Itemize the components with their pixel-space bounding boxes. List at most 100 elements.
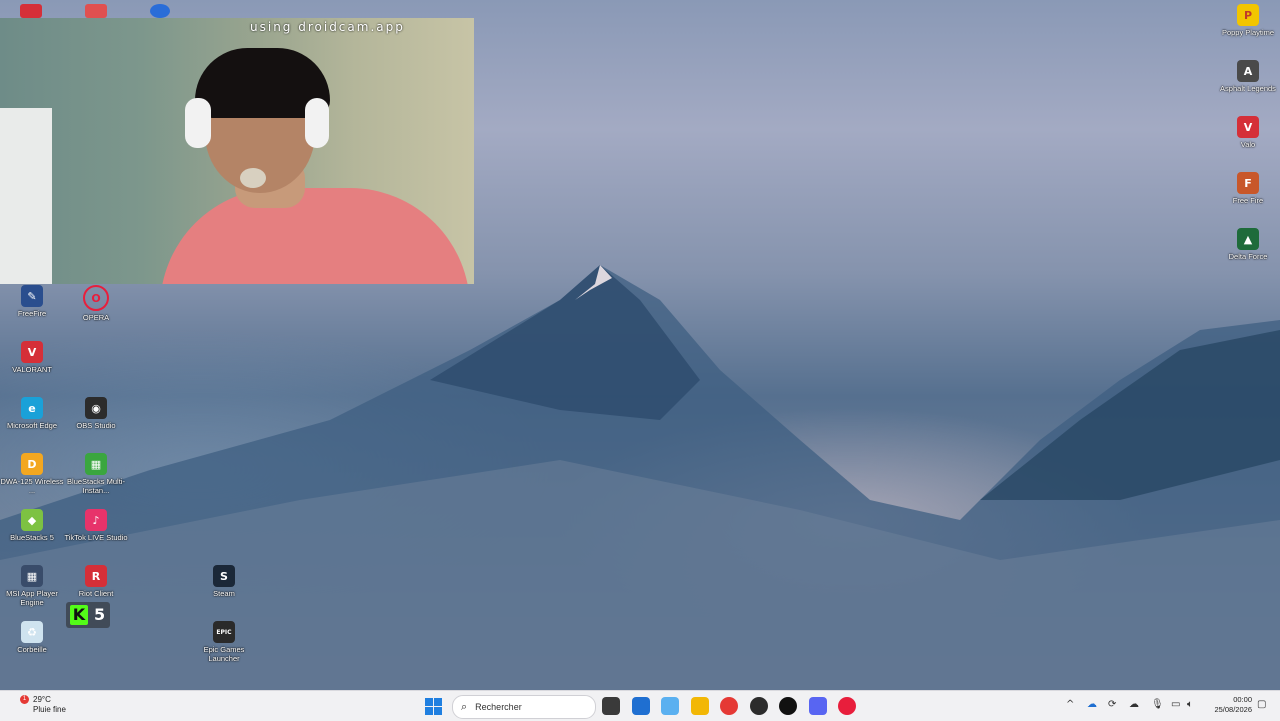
- desktop-icon-poppy-playtime[interactable]: P Poppy Playtime: [1216, 4, 1280, 37]
- desktop-icon-label: Poppy Playtime: [1221, 28, 1275, 37]
- desktop-icon-obs[interactable]: ◉ OBS Studio: [64, 397, 128, 430]
- desktop-icon-label: Asphalt Legends: [1220, 84, 1276, 93]
- desktop-icon-label: Microsoft Edge: [6, 421, 58, 430]
- desktop-icon-label: Corbeille: [17, 645, 47, 654]
- clock-time: 00:00: [1233, 695, 1252, 704]
- headset-left-icon: [185, 98, 211, 148]
- sync-icon[interactable]: ⟳: [1108, 699, 1116, 710]
- file-explorer-icon[interactable]: [690, 697, 709, 715]
- desktop-icon-dlink[interactable]: D DWA-125 Wireless ...: [0, 453, 64, 495]
- desktop-icon-msi[interactable]: ▦ MSI App Player Engine: [0, 565, 64, 607]
- discord-icon[interactable]: [808, 697, 827, 715]
- obs-icon[interactable]: [749, 697, 768, 715]
- obs-icon: ◉: [85, 397, 107, 419]
- bluestacks-multi-icon: ▦: [85, 453, 107, 475]
- desktop-icon-valo[interactable]: V Valo: [1216, 116, 1280, 149]
- desktop-icon-bluestacks-multi[interactable]: ▦ BlueStacks Multi-Instan...: [64, 453, 128, 495]
- desktop-icon-riot[interactable]: R Riot Client: [64, 565, 128, 598]
- search-icon: ⌕: [461, 700, 468, 713]
- desktop-icon-label: Valo: [1240, 140, 1256, 149]
- wacom-icon[interactable]: [779, 697, 797, 715]
- recycle-bin-icon: ♻: [21, 621, 43, 643]
- desktop-icon-epic-games[interactable]: EPIC Epic Games Launcher: [192, 621, 256, 663]
- desktop-icon-label: OPERA: [82, 313, 110, 322]
- store-icon[interactable]: [631, 697, 650, 715]
- windows-logo-tl: [425, 698, 433, 706]
- kick-count: 5: [94, 605, 106, 624]
- taskbar-search[interactable]: ⌕ Rechercher: [452, 695, 596, 719]
- mic-tray-icon[interactable]: 🎙︎: [1151, 699, 1164, 710]
- webcam-caption: using droidcam.app: [250, 20, 405, 34]
- kick-icon: K: [70, 605, 88, 625]
- desktop-icon-bluestacks[interactable]: ◆ BlueStacks 5: [0, 509, 64, 542]
- kick-widget[interactable]: K 5: [66, 602, 110, 628]
- desktop-icon-label: Free Fire: [1232, 196, 1264, 205]
- task-view-icon[interactable]: [602, 697, 620, 715]
- volume-icon[interactable]: 🔈︎: [1187, 699, 1193, 710]
- webcam-overlay: using droidcam.app: [0, 18, 474, 284]
- valorant-icon: V: [21, 341, 43, 363]
- edge-icon: e: [21, 397, 43, 419]
- windows-logo-bl: [425, 707, 433, 715]
- onedrive-icon[interactable]: ☁: [1087, 699, 1097, 710]
- network-icon[interactable]: ▭: [1171, 699, 1180, 710]
- cloud-icon[interactable]: ☁: [1129, 699, 1139, 710]
- epic-games-icon: EPIC: [213, 621, 235, 643]
- desktop-icon-label: MSI App Player Engine: [6, 589, 58, 607]
- webcam-door: [0, 108, 52, 284]
- desktop-icon-valorant[interactable]: V VALORANT: [0, 341, 64, 374]
- taskbar: 1 29°C Pluie fine ⌕ Rechercher ^ ☁ ⟳ ☁ 🎙…: [0, 690, 1280, 721]
- desktop-icon-label: BlueStacks 5: [10, 533, 54, 542]
- start-button[interactable]: [425, 698, 442, 715]
- delta-force-icon: ▲: [1237, 228, 1259, 250]
- headset-right-icon: [305, 98, 329, 148]
- weather-widget[interactable]: 1 29°C Pluie fine: [20, 695, 66, 715]
- desktop-icon-free-fire[interactable]: F Free Fire: [1216, 172, 1280, 205]
- desktop-icon-label: Delta Force: [1228, 252, 1268, 261]
- desktop-icon-label: Steam: [213, 589, 235, 598]
- desktop-icon-label: Riot Client: [78, 589, 114, 598]
- weather-desc: Pluie fine: [33, 705, 66, 714]
- chevron-up-icon[interactable]: ^: [1066, 699, 1074, 710]
- notifications-icon[interactable]: ▢: [1257, 699, 1266, 710]
- clock[interactable]: 00:00 25/08/2026: [1208, 695, 1252, 715]
- asphalt-icon: A: [1237, 60, 1259, 82]
- chrome-icon[interactable]: [720, 697, 738, 715]
- steam-icon: S: [213, 565, 235, 587]
- desktop-icon-label: DWA-125 Wireless ...: [0, 477, 64, 495]
- search-placeholder: Rechercher: [475, 702, 522, 712]
- webcam-person-shirt: [160, 188, 470, 284]
- microphone-icon: [240, 168, 266, 188]
- weather-badge: 1: [20, 695, 29, 704]
- desktop-icon-tiktok-live[interactable]: ♪ TikTok LIVE Studio: [64, 509, 128, 542]
- desktop-icon-delta-force[interactable]: ▲ Delta Force: [1216, 228, 1280, 261]
- dlink-icon: D: [21, 453, 43, 475]
- copilot-icon[interactable]: [661, 697, 679, 715]
- valo-icon: V: [1237, 116, 1259, 138]
- desktop-icon-label: VALORANT: [12, 365, 52, 374]
- poppy-playtime-icon: P: [1237, 4, 1259, 26]
- bluestacks-icon: ◆: [21, 509, 43, 531]
- top-icon-2[interactable]: [85, 4, 107, 18]
- desktop-icon-freefire[interactable]: ✎ FreeFire: [0, 285, 64, 318]
- opera-icon[interactable]: [838, 697, 856, 715]
- top-icon-1[interactable]: [20, 4, 42, 18]
- riot-icon: R: [85, 565, 107, 587]
- desktop-icon-recycle-bin[interactable]: ♻ Corbeille: [0, 621, 64, 654]
- free-fire-icon: F: [1237, 172, 1259, 194]
- desktop-icon-label: Epic Games Launcher: [203, 645, 245, 663]
- freefire-icon: ✎: [21, 285, 43, 307]
- tiktok-live-icon: ♪: [85, 509, 107, 531]
- windows-logo-br: [434, 707, 442, 715]
- windows-logo-tr: [434, 698, 442, 706]
- desktop-icon-steam[interactable]: S Steam: [192, 565, 256, 598]
- opera-icon: O: [83, 285, 109, 311]
- msi-icon: ▦: [21, 565, 43, 587]
- top-icon-3[interactable]: [150, 4, 170, 18]
- desktop-icon-label: TikTok LIVE Studio: [64, 533, 128, 542]
- desktop-icon-label: BlueStacks Multi-Instan...: [67, 477, 125, 495]
- desktop-icon-opera[interactable]: O OPERA: [64, 285, 128, 322]
- desktop-icon-asphalt[interactable]: A Asphalt Legends: [1216, 60, 1280, 93]
- desktop-icon-edge[interactable]: e Microsoft Edge: [0, 397, 64, 430]
- clock-date: 25/08/2026: [1214, 705, 1252, 714]
